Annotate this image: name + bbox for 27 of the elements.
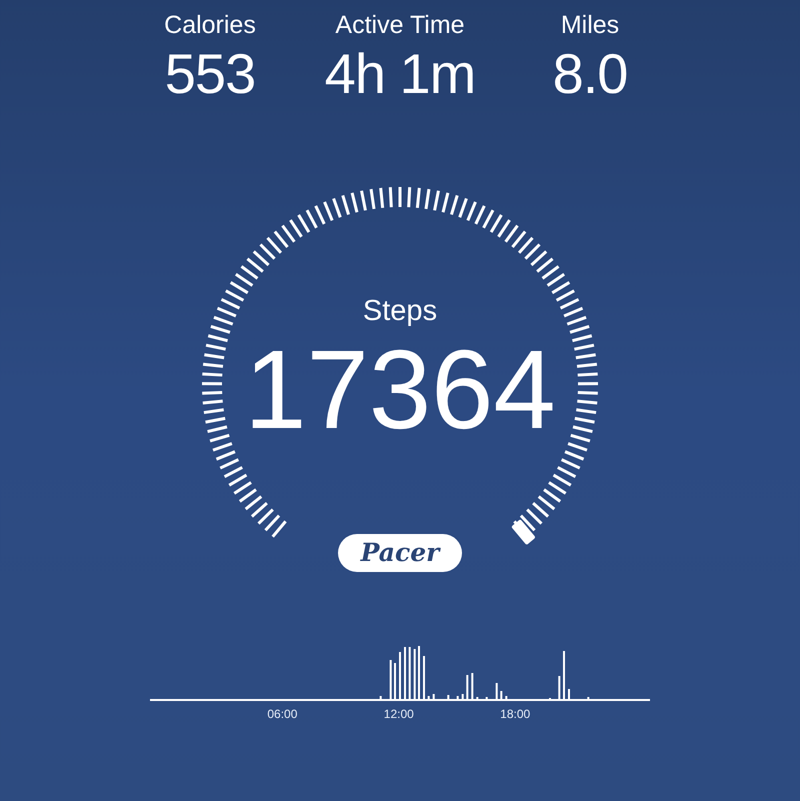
chart-bar <box>496 683 498 699</box>
time-label: 12:00 <box>384 707 414 721</box>
stat-value: 4h 1m <box>324 42 476 106</box>
stat-label: Calories <box>164 10 256 41</box>
chart-bar <box>505 696 508 699</box>
chart-bar <box>471 673 474 699</box>
chart-bar <box>414 649 416 699</box>
chart-bar <box>462 694 464 699</box>
stat-value: 553 <box>164 42 256 106</box>
time-label: 06:00 <box>267 707 298 721</box>
chart-bar <box>466 675 468 699</box>
chart-bar <box>500 691 502 699</box>
steps-count: 17364 <box>244 330 556 450</box>
chart-bar <box>456 696 459 699</box>
chart-bar <box>558 676 560 699</box>
chart-bar <box>432 694 435 699</box>
stat-value: 8.0 <box>552 42 628 106</box>
stat-label: Active Time <box>335 10 465 41</box>
pacer-logo: Pacer <box>338 534 462 572</box>
chart-bar <box>428 696 430 699</box>
chart-bar <box>447 695 450 699</box>
chart-bar <box>390 660 392 699</box>
stat-label: Miles <box>560 10 620 41</box>
time-label: 18:00 <box>500 707 530 721</box>
steps-label: Steps <box>362 295 438 328</box>
chart-bar <box>380 696 382 699</box>
chart-bar <box>408 647 411 699</box>
